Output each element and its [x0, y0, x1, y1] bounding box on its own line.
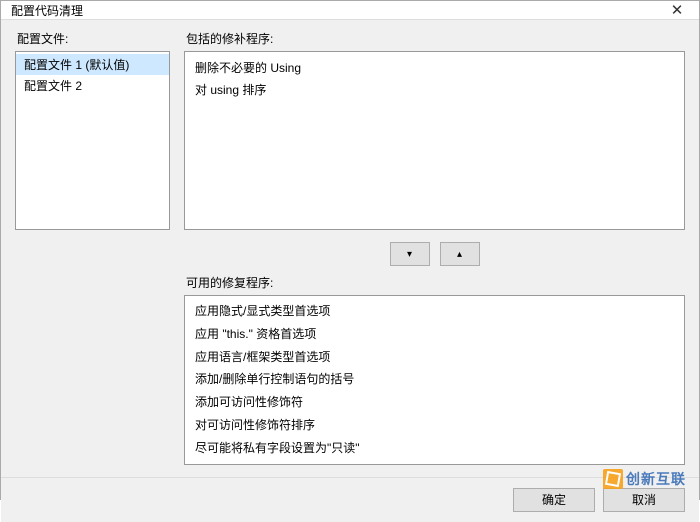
move-down-button[interactable]: ▾: [390, 242, 430, 266]
move-up-button[interactable]: ▴: [440, 242, 480, 266]
dialog-body: 配置文件: 配置文件 1 (默认值) 配置文件 2 包括的修补程序: 删除不必要…: [1, 20, 699, 477]
profile-item[interactable]: 配置文件 2: [16, 75, 169, 96]
available-item[interactable]: 对可访问性修饰符排序: [195, 414, 684, 437]
available-section: 可用的修复程序: 应用隐式/显式类型首选项 应用 "this." 资格首选项 应…: [184, 274, 685, 465]
available-item[interactable]: 应用隐式/显式类型首选项: [195, 300, 684, 323]
upper-row: 配置文件: 配置文件 1 (默认值) 配置文件 2 包括的修补程序: 删除不必要…: [15, 30, 685, 230]
profiles-label: 配置文件:: [15, 30, 170, 47]
chevron-up-icon: ▴: [457, 249, 462, 260]
included-label: 包括的修补程序:: [184, 30, 685, 47]
available-listbox[interactable]: 应用隐式/显式类型首选项 应用 "this." 资格首选项 应用语言/框架类型首…: [184, 295, 685, 465]
profiles-listbox[interactable]: 配置文件 1 (默认值) 配置文件 2: [15, 51, 170, 230]
available-item[interactable]: 添加可访问性修饰符: [195, 391, 684, 414]
chevron-down-icon: ▾: [407, 249, 412, 260]
available-item[interactable]: 添加/删除单行控制语句的括号: [195, 368, 684, 391]
available-label: 可用的修复程序:: [184, 274, 685, 291]
profile-item[interactable]: 配置文件 1 (默认值): [16, 54, 169, 75]
titlebar: 配置代码清理 ✕: [1, 1, 699, 20]
included-item[interactable]: 对 using 排序: [195, 80, 674, 102]
available-item[interactable]: 尽可能将私有字段设置为"只读": [195, 437, 684, 460]
available-item[interactable]: 应用语言/框架类型首选项: [195, 346, 684, 369]
included-column: 包括的修补程序: 删除不必要的 Using 对 using 排序: [184, 30, 685, 230]
profiles-column: 配置文件: 配置文件 1 (默认值) 配置文件 2: [15, 30, 170, 230]
mover-buttons: ▾ ▴: [184, 236, 685, 268]
included-item[interactable]: 删除不必要的 Using: [195, 58, 674, 80]
included-listbox[interactable]: 删除不必要的 Using 对 using 排序: [184, 51, 685, 230]
close-button[interactable]: ✕: [655, 1, 699, 19]
available-item[interactable]: 应用 "this." 资格首选项: [195, 323, 684, 346]
close-icon: ✕: [671, 1, 684, 19]
dialog-window: 配置代码清理 ✕ 配置文件: 配置文件 1 (默认值) 配置文件 2 包括的修补…: [0, 0, 700, 500]
dialog-title: 配置代码清理: [11, 2, 83, 19]
dialog-footer: 确定 取消: [1, 477, 699, 522]
